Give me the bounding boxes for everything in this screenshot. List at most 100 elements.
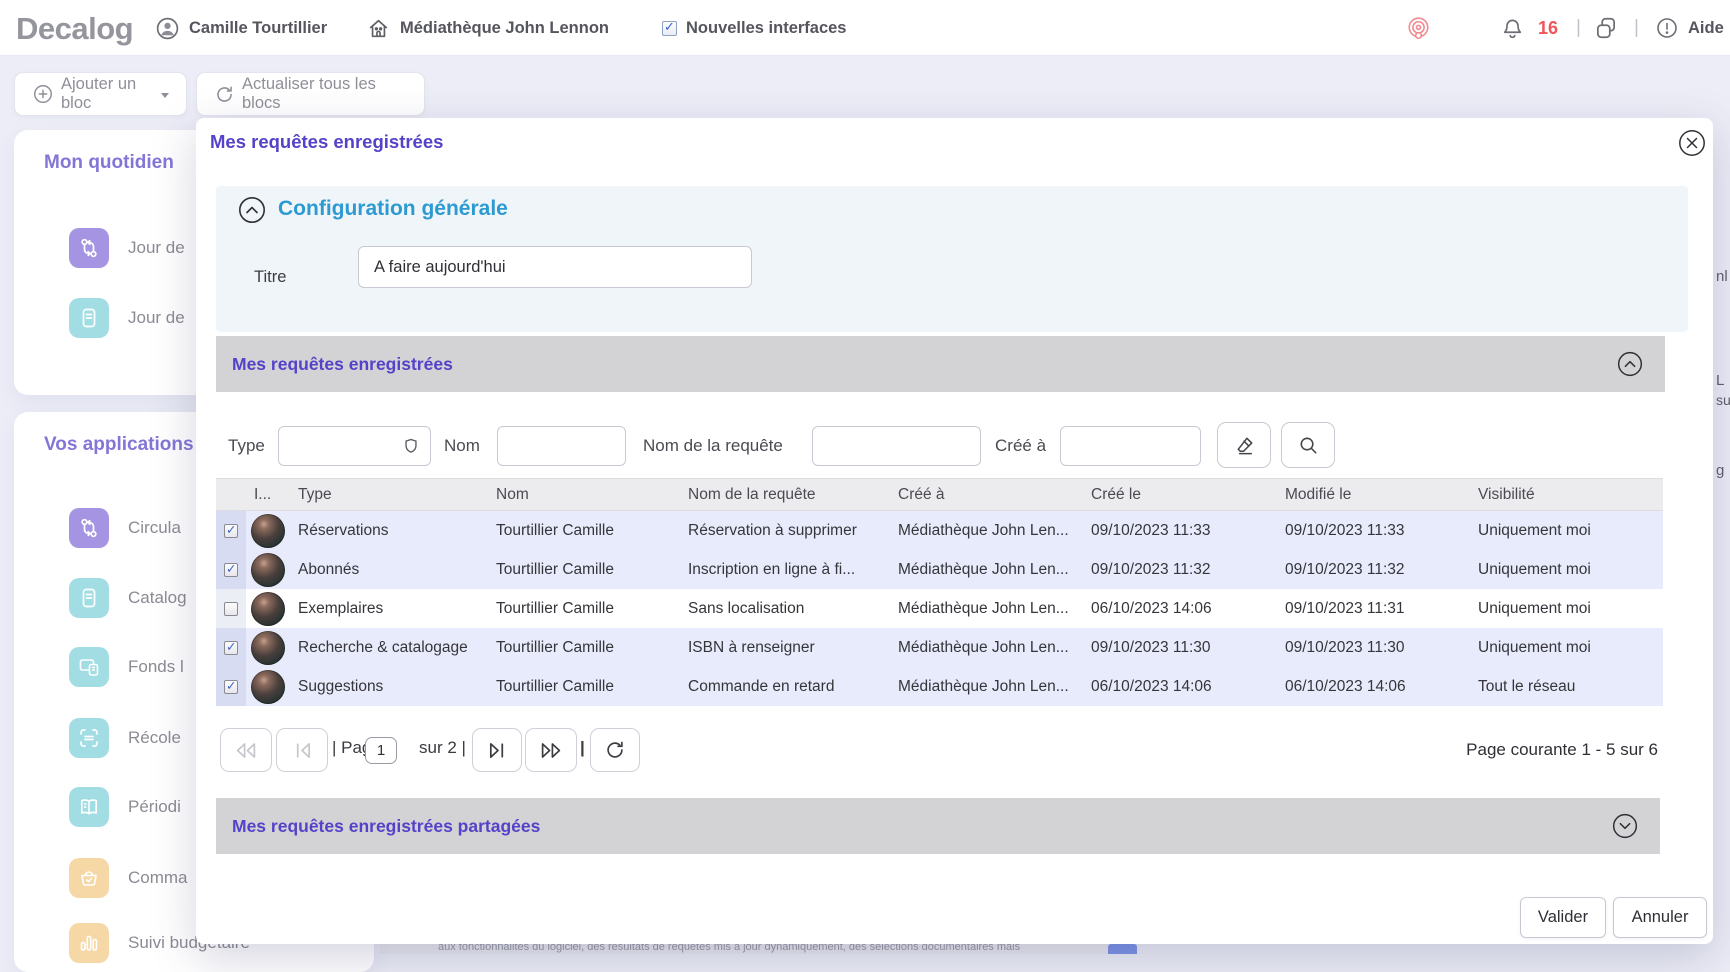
first-page-button[interactable]: [220, 728, 272, 772]
background-button-fragment: [1108, 944, 1137, 954]
cell-created-at: Médiathèque John Len...: [890, 639, 1083, 657]
cell-created-on: 06/10/2023 14:06: [1083, 678, 1277, 696]
name-filter-input[interactable]: [497, 426, 626, 466]
validate-button[interactable]: Valider: [1520, 897, 1606, 938]
next-page-button[interactable]: [472, 728, 522, 772]
home-icon: [366, 16, 391, 41]
new-interfaces-toggle[interactable]: Nouvelles interfaces: [662, 0, 847, 56]
column-header: Nom de la requête: [680, 486, 890, 504]
notifications-bell[interactable]: [1500, 0, 1525, 56]
table-row[interactable]: Abonnés Tourtillier Camille Inscription …: [216, 550, 1663, 589]
cell-name: Tourtillier Camille: [488, 561, 680, 579]
row-checkbox[interactable]: [224, 680, 238, 694]
name-filter-label: Nom: [444, 426, 480, 466]
chart-icon: [69, 923, 109, 963]
sidebar-item-commandes[interactable]: Comma: [69, 858, 188, 898]
saved-queries-table: I... Type Nom Nom de la requête Créé à C…: [216, 478, 1663, 706]
sidebar-item-catalogage[interactable]: Catalog: [69, 578, 187, 618]
cell-visibility: Uniquement moi: [1470, 600, 1663, 618]
collapse-up-icon[interactable]: [1617, 351, 1643, 377]
windows-stack-icon[interactable]: [1593, 0, 1619, 56]
created-at-filter-input[interactable]: [1060, 426, 1201, 466]
cell-type: Recherche & catalogage: [290, 639, 488, 657]
new-interfaces-checkbox[interactable]: [662, 21, 677, 36]
avatar: [251, 670, 285, 704]
last-page-button[interactable]: [525, 728, 577, 772]
column-header: Créé le: [1083, 486, 1277, 504]
query-name-filter-input[interactable]: [812, 426, 981, 466]
book-icon: [69, 298, 109, 338]
type-filter-select[interactable]: [278, 426, 431, 466]
modal-title: Mes requêtes enregistrées: [210, 131, 443, 153]
page-number-input[interactable]: [365, 737, 397, 764]
cell-name: Tourtillier Camille: [488, 678, 680, 696]
daily-card-title: Mon quotidien: [44, 152, 174, 174]
sidebar-item-label: Comma: [128, 868, 188, 888]
collapse-up-icon[interactable]: [238, 196, 266, 224]
table-row[interactable]: Suggestions Tourtillier Camille Commande…: [216, 667, 1663, 706]
broadcast-target-icon[interactable]: [1405, 0, 1432, 56]
edge-text-fragment: nl: [1716, 268, 1728, 285]
cell-query-name: Commande en retard: [680, 678, 890, 696]
titre-label: Titre: [254, 268, 286, 287]
cell-created-at: Médiathèque John Len...: [890, 678, 1083, 696]
titre-input[interactable]: [358, 246, 752, 288]
edge-text-fragment: L: [1716, 372, 1724, 389]
sidebar-item-fonds[interactable]: Fonds l: [69, 647, 184, 687]
row-checkbox[interactable]: [224, 524, 238, 538]
cell-query-name: ISBN à renseigner: [680, 639, 890, 657]
search-button[interactable]: [1281, 422, 1335, 468]
type-filter-label: Type: [228, 426, 265, 466]
cell-visibility: Uniquement moi: [1470, 522, 1663, 540]
open-book-icon: [69, 787, 109, 827]
apps-card-title: Vos applications: [44, 434, 194, 456]
row-checkbox[interactable]: [224, 641, 238, 655]
column-header: I...: [216, 486, 290, 504]
chevron-down-icon: [161, 93, 169, 98]
sidebar-item-label: Fonds l: [128, 657, 184, 677]
sidebar-item-jour-de-1[interactable]: Jour de: [69, 228, 185, 268]
cancel-button[interactable]: Annuler: [1613, 897, 1707, 938]
page-suffix-label: sur 2 |: [419, 738, 466, 758]
saved-queries-modal: Mes requêtes enregistrées Configuration …: [196, 118, 1713, 944]
cell-query-name: Réservation à supprimer: [680, 522, 890, 540]
cell-visibility: Uniquement moi: [1470, 639, 1663, 657]
cell-type: Suggestions: [290, 678, 488, 696]
avatar: [251, 514, 285, 548]
sidebar-item-label: Périodi: [128, 797, 181, 817]
sidebar-item-jour-de-2[interactable]: Jour de: [69, 298, 185, 338]
app-header: Decalog Camille Tourtillier Médiathèque …: [0, 0, 1730, 56]
cell-created-on: 06/10/2023 14:06: [1083, 600, 1277, 618]
sidebar-item-label: Récole: [128, 728, 181, 748]
refresh-all-blocks-button[interactable]: Actualiser tous les blocs: [196, 72, 425, 116]
sidebar-item-label: Jour de: [128, 238, 185, 258]
row-checkbox[interactable]: [224, 602, 238, 616]
cell-type: Réservations: [290, 522, 488, 540]
sidebar-item-circulation[interactable]: Circula: [69, 508, 181, 548]
column-header: Type: [290, 486, 488, 504]
sidebar-item-recolement[interactable]: Récole: [69, 718, 181, 758]
cell-modified-on: 09/10/2023 11:33: [1277, 522, 1470, 540]
close-icon[interactable]: [1678, 129, 1706, 157]
clear-filters-button[interactable]: [1217, 422, 1271, 468]
cell-created-at: Médiathèque John Len...: [890, 522, 1083, 540]
user-menu[interactable]: Camille Tourtillier: [155, 0, 327, 56]
cell-query-name: Sans localisation: [680, 600, 890, 618]
refresh-list-button[interactable]: [590, 728, 640, 772]
library-menu[interactable]: Médiathèque John Lennon: [366, 0, 609, 56]
shared-queries-section-bar: Mes requêtes enregistrées partagées: [216, 798, 1660, 854]
previous-page-button[interactable]: [276, 728, 328, 772]
table-row[interactable]: Réservations Tourtillier Camille Réserva…: [216, 511, 1663, 550]
add-block-button[interactable]: Ajouter un bloc: [14, 72, 187, 116]
help-menu[interactable]: Aide: [1655, 0, 1730, 56]
shield-icon: [402, 437, 420, 455]
collapse-down-icon[interactable]: [1612, 813, 1638, 839]
page-summary: Page courante 1 - 5 sur 6: [1466, 740, 1658, 760]
sidebar-item-periodiques[interactable]: Périodi: [69, 787, 181, 827]
table-row[interactable]: Exemplaires Tourtillier Camille Sans loc…: [216, 589, 1663, 628]
table-row[interactable]: Recherche & catalogage Tourtillier Camil…: [216, 628, 1663, 667]
cell-created-on: 09/10/2023 11:30: [1083, 639, 1277, 657]
table-header-row: I... Type Nom Nom de la requête Créé à C…: [216, 478, 1663, 511]
pagination-separator: |: [580, 738, 585, 758]
row-checkbox[interactable]: [224, 563, 238, 577]
